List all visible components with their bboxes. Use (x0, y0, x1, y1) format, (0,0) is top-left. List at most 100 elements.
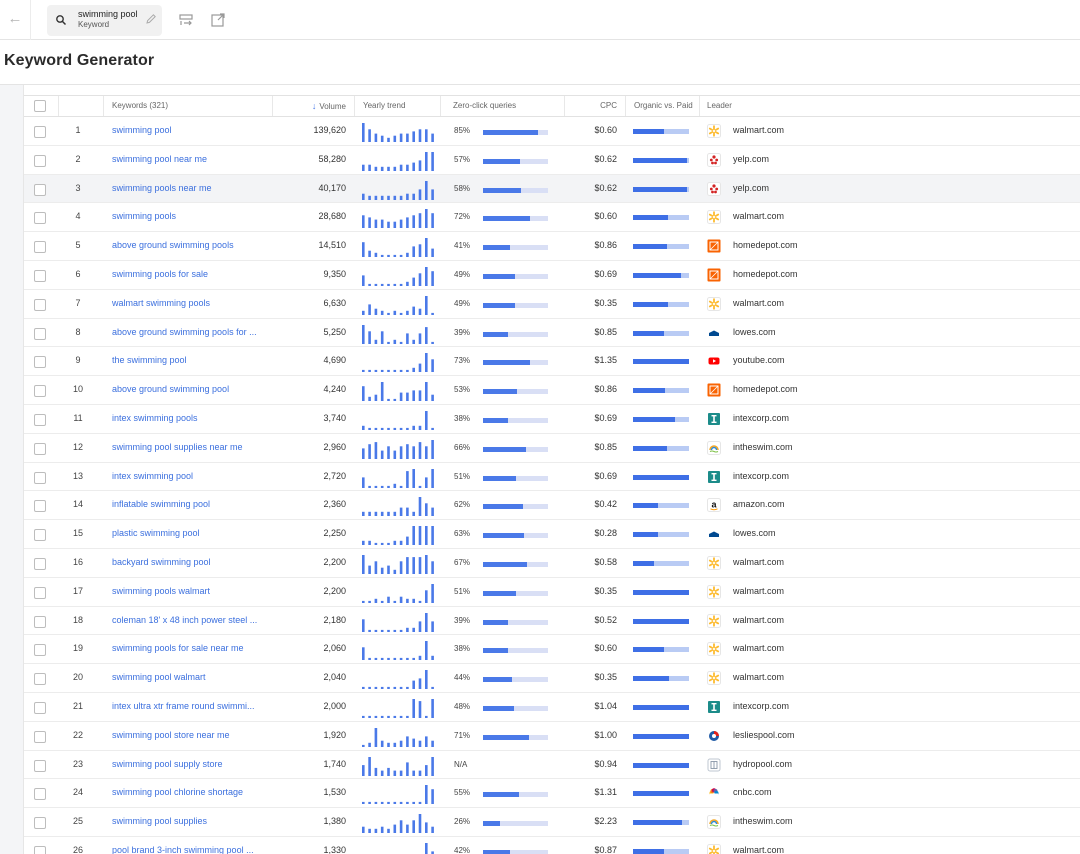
keyword-link[interactable]: swimming pools walmart (112, 586, 282, 596)
keyword-link[interactable]: walmart swimming pools (112, 298, 282, 308)
table-row[interactable]: 3 swimming pools near me 40,170 58% $0.6… (24, 174, 1080, 204)
table-row[interactable]: 5 above ground swimming pools 14,510 41%… (24, 232, 1080, 261)
table-row[interactable]: 19 swimming pools for sale near me 2,060… (24, 635, 1080, 665)
row-checkbox[interactable] (34, 442, 46, 455)
row-checkbox[interactable] (34, 298, 46, 311)
keyword-link[interactable]: swimming pools (112, 211, 282, 221)
table-row[interactable]: 12 swimming pool supplies near me 2,960 … (24, 434, 1080, 463)
row-checkbox[interactable] (34, 788, 46, 801)
row-checkbox[interactable] (34, 183, 46, 196)
row-checkbox[interactable] (34, 701, 46, 714)
leader-domain[interactable]: walmart.com (733, 586, 784, 596)
keyword-link[interactable]: swimming pools for sale (112, 269, 282, 279)
leader-domain[interactable]: lowes.com (733, 528, 776, 538)
leader-domain[interactable]: walmart.com (733, 211, 784, 221)
row-checkbox[interactable] (34, 845, 46, 854)
edit-pencil-icon[interactable] (145, 13, 157, 25)
table-row[interactable]: 25 swimming pool supplies 1,380 26% $2.2… (24, 808, 1080, 837)
keyword-link[interactable]: intex ultra xtr frame round swimmi... (112, 701, 282, 711)
keyword-link[interactable]: swimming pool supplies near me (112, 442, 282, 452)
table-row[interactable]: 24 swimming pool chlorine shortage 1,530… (24, 779, 1080, 809)
table-row[interactable]: 18 coleman 18' x 48 inch power steel ...… (24, 607, 1080, 636)
keyword-link[interactable]: swimming pools near me (112, 183, 282, 193)
row-checkbox[interactable] (34, 212, 46, 225)
row-checkbox[interactable] (34, 356, 46, 369)
open-external-icon[interactable] (210, 12, 226, 28)
leader-domain[interactable]: walmart.com (733, 845, 784, 854)
leader-domain[interactable]: walmart.com (733, 557, 784, 567)
leader-domain[interactable]: lesliespool.com (733, 730, 795, 740)
keyword-link[interactable]: above ground swimming pools (112, 240, 282, 250)
leader-domain[interactable]: yelp.com (733, 154, 769, 164)
leader-domain[interactable]: intexcorp.com (733, 413, 789, 423)
row-checkbox[interactable] (34, 385, 46, 398)
table-row[interactable]: 22 swimming pool store near me 1,920 71%… (24, 722, 1080, 751)
leader-domain[interactable]: homedepot.com (733, 240, 798, 250)
back-arrow-icon[interactable]: ← (6, 8, 24, 30)
row-checkbox[interactable] (34, 673, 46, 686)
leader-domain[interactable]: homedepot.com (733, 384, 798, 394)
keyword-link[interactable]: plastic swimming pool (112, 528, 282, 538)
leader-domain[interactable]: homedepot.com (733, 269, 798, 279)
keyword-link[interactable]: swimming pool chlorine shortage (112, 787, 282, 797)
select-all-checkbox[interactable] (34, 100, 46, 112)
row-checkbox[interactable] (34, 557, 46, 570)
keyword-link[interactable]: inflatable swimming pool (112, 499, 282, 509)
row-checkbox[interactable] (34, 817, 46, 830)
leader-domain[interactable]: walmart.com (733, 643, 784, 653)
col-trend[interactable]: Yearly trend (354, 96, 440, 116)
row-checkbox[interactable] (34, 241, 46, 254)
leader-domain[interactable]: intheswim.com (733, 442, 793, 452)
table-row[interactable]: 17 swimming pools walmart 2,200 51% $0.3… (24, 578, 1080, 607)
table-row[interactable]: 9 the swimming pool 4,690 73% $1.35 yout… (24, 347, 1080, 377)
leader-domain[interactable]: intexcorp.com (733, 701, 789, 711)
table-row[interactable]: 15 plastic swimming pool 2,250 63% $0.28… (24, 520, 1080, 549)
row-checkbox[interactable] (34, 471, 46, 484)
table-row[interactable]: 10 above ground swimming pool 4,240 53% … (24, 376, 1080, 405)
table-row[interactable]: 26 pool brand 3-inch swimming pool ... 1… (24, 837, 1080, 854)
keyword-link[interactable]: swimming pool near me (112, 154, 282, 164)
table-row[interactable]: 1 swimming pool 139,620 85% $0.60 walmar… (24, 117, 1080, 146)
keyword-link[interactable]: swimming pools for sale near me (112, 643, 282, 653)
table-row[interactable]: 7 walmart swimming pools 6,630 49% $0.35… (24, 290, 1080, 319)
col-organic-paid[interactable]: Organic vs. Paid (625, 96, 699, 116)
col-keywords[interactable]: Keywords (321) (103, 96, 272, 116)
table-row[interactable]: 2 swimming pool near me 58,280 57% $0.62… (24, 146, 1080, 175)
row-checkbox[interactable] (34, 730, 46, 743)
keyword-link[interactable]: the swimming pool (112, 355, 282, 365)
leader-domain[interactable]: amazon.com (733, 499, 785, 509)
table-row[interactable]: 21 intex ultra xtr frame round swimmi...… (24, 693, 1080, 722)
col-leader[interactable]: Leader (699, 96, 1080, 116)
table-row[interactable]: 23 swimming pool supply store 1,740 N/A … (24, 751, 1080, 780)
row-checkbox[interactable] (34, 586, 46, 599)
row-checkbox[interactable] (34, 154, 46, 167)
keyword-link[interactable]: pool brand 3-inch swimming pool ... (112, 845, 282, 854)
row-checkbox[interactable] (34, 327, 46, 340)
col-cpc[interactable]: CPC (564, 96, 625, 116)
row-checkbox[interactable] (34, 615, 46, 628)
search-chip[interactable]: swimming pool Keyword (47, 5, 162, 36)
leader-domain[interactable]: hydropool.com (733, 759, 792, 769)
leader-domain[interactable]: lowes.com (733, 327, 776, 337)
keyword-link[interactable]: swimming pool supplies (112, 816, 282, 826)
leader-domain[interactable]: walmart.com (733, 298, 784, 308)
row-checkbox[interactable] (34, 500, 46, 513)
table-row[interactable]: 16 backyard swimming pool 2,200 67% $0.5… (24, 549, 1080, 578)
table-row[interactable]: 8 above ground swimming pools for ... 5,… (24, 319, 1080, 348)
keyword-link[interactable]: above ground swimming pools for ... (112, 327, 282, 337)
table-row[interactable]: 13 intex swimming pool 2,720 51% $0.69 i… (24, 463, 1080, 492)
table-row[interactable]: 14 inflatable swimming pool 2,360 62% $0… (24, 491, 1080, 521)
keyword-link[interactable]: backyard swimming pool (112, 557, 282, 567)
leader-domain[interactable]: intexcorp.com (733, 471, 789, 481)
leader-domain[interactable]: cnbc.com (733, 787, 772, 797)
keyword-link[interactable]: swimming pool supply store (112, 759, 282, 769)
compare-icon[interactable] (178, 12, 194, 28)
keyword-link[interactable]: swimming pool (112, 125, 282, 135)
table-row[interactable]: 11 intex swimming pools 3,740 38% $0.69 … (24, 405, 1080, 434)
table-row[interactable]: 4 swimming pools 28,680 72% $0.60 walmar… (24, 203, 1080, 233)
table-row[interactable]: 6 swimming pools for sale 9,350 49% $0.6… (24, 261, 1080, 290)
leader-domain[interactable]: youtube.com (733, 355, 785, 365)
leader-domain[interactable]: walmart.com (733, 125, 784, 135)
row-checkbox[interactable] (34, 269, 46, 282)
keyword-link[interactable]: swimming pool store near me (112, 730, 282, 740)
